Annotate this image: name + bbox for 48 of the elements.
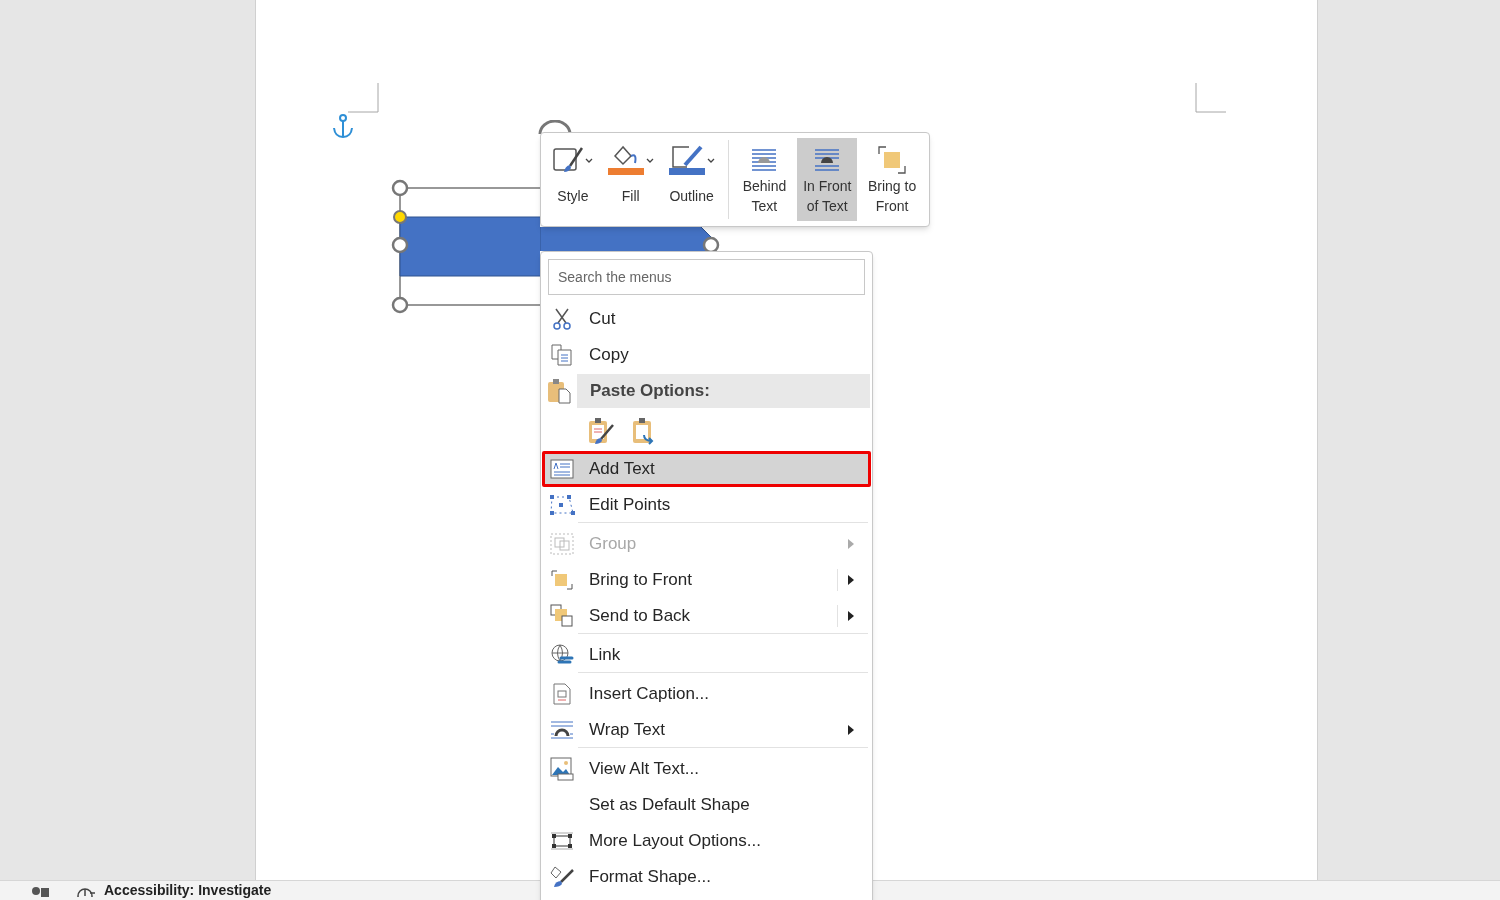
menu-item[interactable]: Send to Back (542, 598, 871, 634)
scissors-icon (552, 308, 572, 330)
bring-to-front-icon (877, 145, 908, 175)
corner-mark-icon (1195, 83, 1226, 113)
menu-item[interactable]: Wrap Text (542, 712, 871, 748)
menu-item[interactable]: Set as Default Shape (542, 787, 871, 823)
menu-item[interactable]: Link (542, 637, 871, 673)
caption-icon (553, 683, 571, 705)
submenu-arrow-icon (848, 611, 854, 621)
submenu-arrow-icon (848, 575, 854, 585)
menu-item[interactable]: Add Text (542, 451, 871, 487)
menu-item[interactable]: More Layout Options... (542, 823, 871, 859)
menu-item[interactable]: Bring to Front (542, 562, 871, 598)
submenu-arrow-icon (848, 539, 854, 549)
paste-format-icon[interactable] (588, 417, 614, 445)
image-icon (550, 757, 574, 781)
accessibility-status[interactable]: Accessibility: Investigate (104, 882, 272, 899)
menu-item[interactable]: Edit Points (542, 487, 871, 523)
toolbar-button[interactable]: In Front of Text (797, 138, 858, 221)
wrap-text-icon (550, 720, 574, 740)
send-to-back-icon (550, 604, 574, 628)
format-brush-icon (550, 866, 574, 888)
menu-item[interactable]: Format Shape... (542, 859, 871, 895)
caret-icon (706, 157, 715, 163)
caret-icon (645, 157, 654, 163)
wrap-in-front-icon (814, 147, 841, 173)
anchor-icon (332, 114, 354, 139)
wrap-behind-icon (751, 147, 778, 173)
clipboard-icon (547, 378, 571, 404)
menu-item[interactable]: Insert Caption... (542, 676, 871, 712)
pencil-icon (670, 145, 703, 169)
menu-section-header: Paste Options: (577, 374, 870, 408)
edit-points-icon (549, 494, 575, 516)
submenu-arrow-icon (848, 725, 854, 735)
layout-options-icon (550, 832, 574, 850)
caret-icon (584, 157, 593, 163)
bring-to-front-icon (551, 570, 573, 590)
rotation-handle-icon (538, 120, 572, 134)
globe-link-icon (550, 643, 574, 667)
menu-item[interactable]: Copy (542, 337, 871, 373)
shape-style-icon (552, 146, 583, 174)
search-field[interactable]: Search the menus (548, 259, 865, 295)
copy-icon (551, 344, 573, 366)
group-icon (550, 533, 574, 555)
menu-item[interactable]: Cut (542, 301, 871, 337)
text-box-icon (550, 459, 574, 479)
corner-mark-icon (348, 83, 379, 113)
menu-item[interactable]: View Alt Text... (542, 751, 871, 787)
